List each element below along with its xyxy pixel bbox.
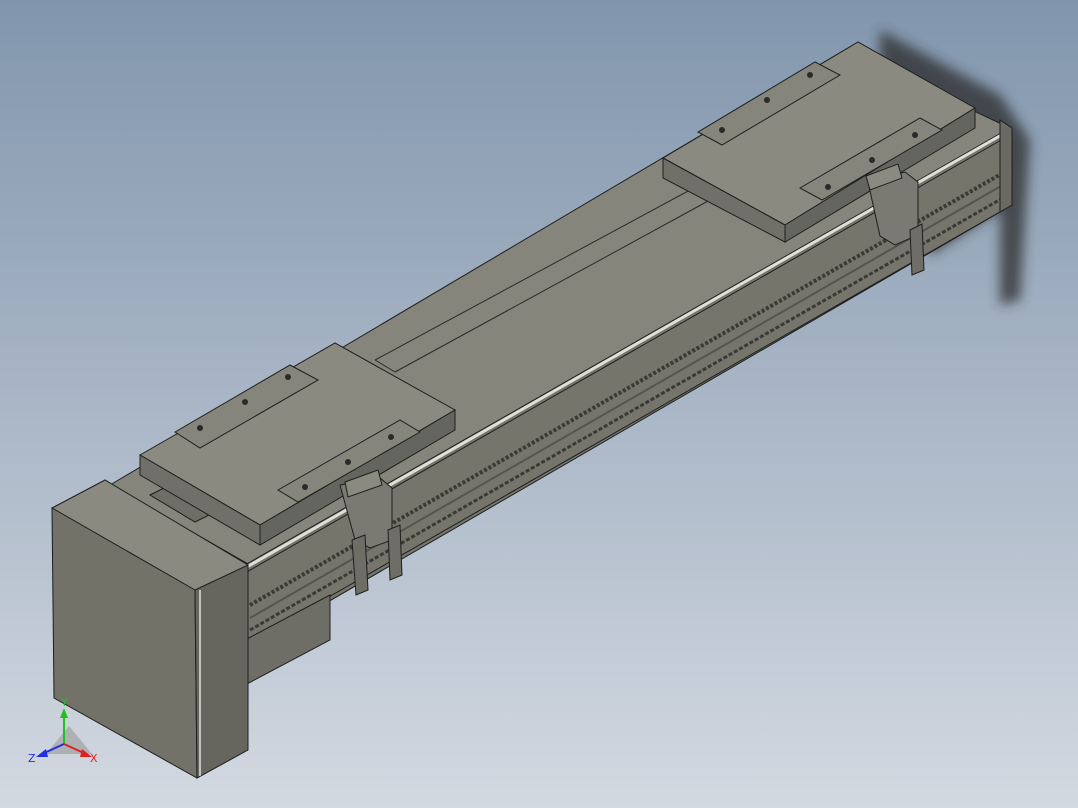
mounting-hole [345, 459, 351, 465]
actuator-model[interactable] [0, 0, 1078, 808]
mounting-hole [764, 97, 770, 103]
mounting-hole [807, 72, 813, 78]
mounting-hole [869, 157, 875, 163]
mounting-hole [825, 184, 831, 190]
z-axis-arrow [36, 749, 48, 757]
axis-triad: Y X Z [28, 696, 98, 765]
3d-viewport[interactable]: Y X Z [0, 0, 1078, 808]
right-clamp-leg [909, 223, 925, 276]
right-end-plate [999, 119, 1013, 213]
left-clamp-leg [387, 524, 403, 581]
mounting-hole [197, 425, 203, 431]
mounting-hole [388, 434, 394, 440]
y-axis-label: Y [60, 696, 68, 709]
end-cap-side [194, 564, 249, 779]
mounting-hole [302, 484, 308, 490]
mounting-hole [242, 399, 248, 405]
y-axis-arrow [60, 708, 68, 718]
x-axis-label: X [90, 752, 98, 765]
z-axis-label: Z [28, 752, 36, 765]
mounting-hole [285, 374, 291, 380]
mounting-hole [912, 132, 918, 138]
mounting-hole [719, 127, 725, 133]
